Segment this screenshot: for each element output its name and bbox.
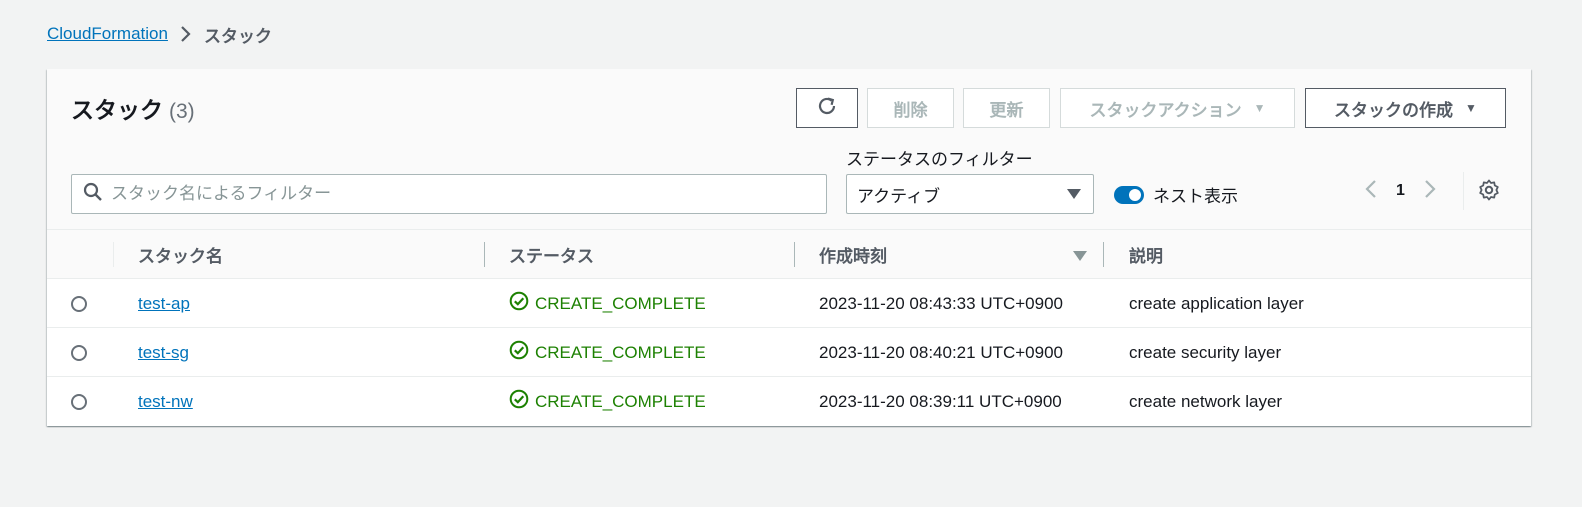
status-filter-value: アクティブ (857, 186, 941, 206)
breadcrumb-cloudformation-link[interactable]: CloudFormation (47, 24, 168, 44)
header-stack-name[interactable]: スタック名 (138, 230, 223, 279)
pagination: 1 (1365, 177, 1436, 205)
row-select-radio[interactable] (71, 393, 87, 410)
table-row[interactable]: test-ap CREATE_COMPLETE 2023-11-20 08:43… (47, 279, 1531, 328)
nested-view-toggle-wrap: ネスト表示 (1114, 182, 1238, 207)
update-button[interactable]: 更新 (963, 88, 1050, 128)
stack-name-link[interactable]: test-sg (138, 343, 189, 363)
table-row[interactable]: test-sg CREATE_COMPLETE 2023-11-20 08:40… (47, 328, 1531, 377)
stack-search-field[interactable] (71, 174, 827, 214)
created-time: 2023-11-20 08:43:33 UTC+0900 (819, 293, 1064, 313)
pager-divider (1463, 172, 1464, 210)
caret-down-icon: ▼ (1465, 101, 1477, 115)
status-text: CREATE_COMPLETE (535, 293, 706, 313)
panel-header: スタック (3) 削除 更新 スタックアクション ▼ スタックの作成 ▼ ステー… (47, 69, 1531, 230)
description: create application layer (1129, 293, 1304, 313)
nested-view-toggle[interactable] (1114, 185, 1144, 204)
stack-name-link[interactable]: test-ap (138, 294, 190, 314)
delete-button[interactable]: 削除 (867, 88, 954, 128)
stack-search-input[interactable] (111, 184, 791, 204)
description: create security layer (1129, 342, 1282, 362)
success-check-icon (509, 389, 529, 414)
caret-down-icon: ▼ (1253, 101, 1266, 115)
description: create network layer (1129, 391, 1283, 411)
stack-actions-label: スタックアクション (1089, 100, 1242, 120)
stack-actions-button[interactable]: スタックアクション ▼ (1060, 88, 1295, 128)
chevron-right-icon (180, 25, 191, 43)
next-page-icon[interactable] (1424, 179, 1436, 204)
search-icon (83, 182, 103, 207)
stack-count: (3) (169, 100, 195, 123)
breadcrumb-current: スタック (203, 26, 272, 46)
header-created-time[interactable]: 作成時刻 (819, 230, 887, 279)
nested-view-label: ネスト表示 (1153, 187, 1238, 206)
row-select-radio[interactable] (71, 295, 87, 312)
create-stack-button[interactable]: スタックの作成 ▼ (1305, 88, 1506, 128)
current-page-number[interactable]: 1 (1396, 182, 1405, 200)
previous-page-icon[interactable] (1365, 179, 1377, 204)
column-divider[interactable] (1103, 242, 1104, 267)
status-filter-select[interactable]: アクティブ (846, 174, 1094, 214)
create-stack-label: スタックの作成 (1334, 100, 1454, 120)
created-time: 2023-11-20 08:40:21 UTC+0900 (819, 342, 1064, 362)
status-text: CREATE_COMPLETE (535, 342, 706, 362)
breadcrumb: CloudFormation スタック (47, 21, 272, 47)
column-divider[interactable] (794, 242, 795, 267)
header-description[interactable]: 説明 (1129, 230, 1163, 279)
gear-icon[interactable] (1478, 179, 1500, 206)
status-filter-label: ステータスのフィルター (846, 150, 1033, 169)
table-header: スタック名 ステータス 作成時刻 説明 (47, 230, 1531, 279)
column-divider[interactable] (484, 242, 485, 267)
column-divider (113, 242, 114, 267)
sort-descending-icon[interactable] (1073, 248, 1087, 266)
refresh-icon (816, 95, 838, 122)
page-title: スタック (3) (71, 91, 195, 125)
header-status[interactable]: ステータス (509, 230, 594, 279)
title-text: スタック (71, 97, 163, 123)
stacks-panel: スタック (3) 削除 更新 スタックアクション ▼ スタックの作成 ▼ ステー… (47, 69, 1531, 426)
success-check-icon (509, 291, 529, 316)
status-text: CREATE_COMPLETE (535, 391, 706, 411)
created-time: 2023-11-20 08:39:11 UTC+0900 (819, 391, 1062, 411)
caret-down-icon (1067, 184, 1081, 204)
table-row[interactable]: test-nw CREATE_COMPLETE 2023-11-20 08:39… (47, 377, 1531, 426)
refresh-button[interactable] (796, 88, 858, 128)
row-select-radio[interactable] (71, 344, 87, 361)
stack-name-link[interactable]: test-nw (138, 392, 193, 412)
success-check-icon (509, 340, 529, 365)
